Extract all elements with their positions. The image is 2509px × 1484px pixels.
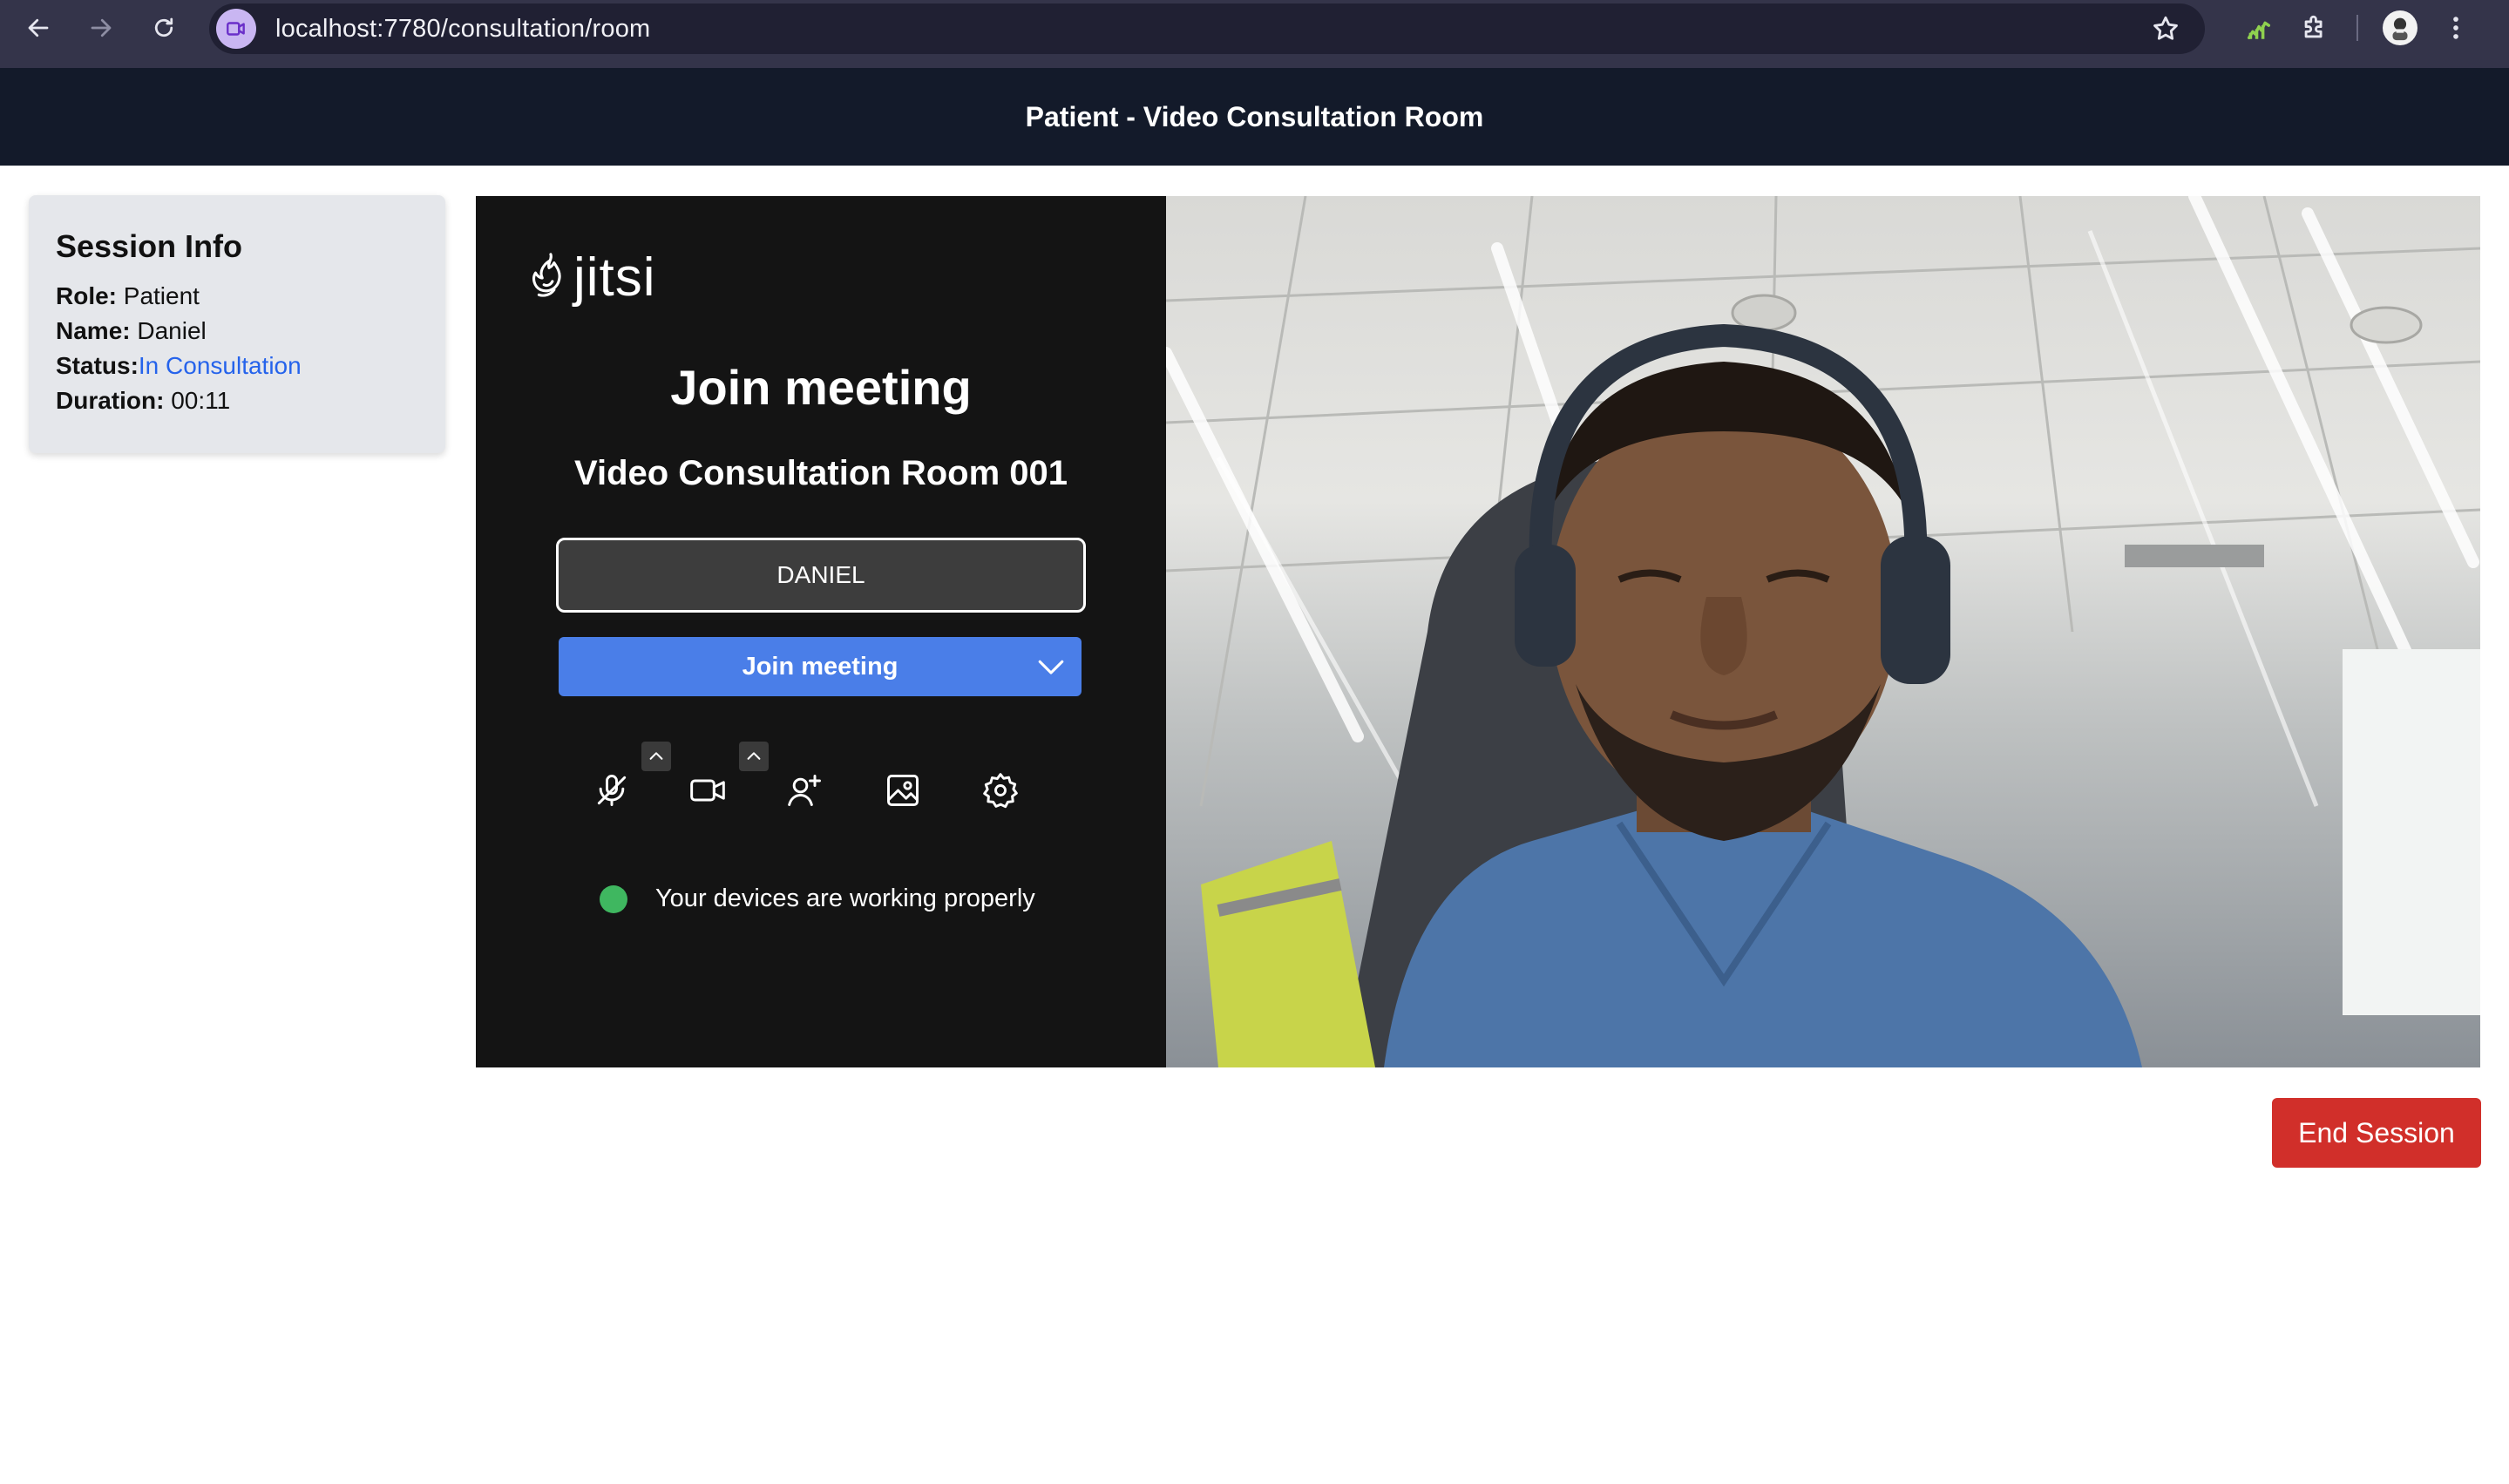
- settings-button[interactable]: [974, 764, 1027, 817]
- virtual-background-button[interactable]: [877, 764, 929, 817]
- invite-people-button[interactable]: [779, 764, 831, 817]
- session-info-title: Session Info: [56, 228, 243, 264]
- back-button[interactable]: [10, 0, 66, 56]
- device-status: Your devices are working properly: [600, 884, 1035, 913]
- role-value: Patient: [123, 282, 200, 309]
- name-row: Name: Daniel: [56, 314, 418, 349]
- camera-toggle-button[interactable]: [681, 764, 734, 817]
- prejoin-panel: jitsi Join meeting Video Consultation Ro…: [476, 196, 1166, 1067]
- camera-feed-image: [1166, 196, 2480, 1067]
- chevron-down-icon[interactable]: [1036, 654, 1066, 680]
- background-image-icon: [887, 775, 919, 806]
- status-value: In Consultation: [138, 352, 302, 379]
- puzzle-extensions-icon[interactable]: [2287, 0, 2343, 56]
- duration-value: 00:11: [171, 387, 231, 414]
- video-call-embed: jitsi Join meeting Video Consultation Ro…: [476, 196, 2480, 1067]
- profile-button[interactable]: [2372, 0, 2428, 56]
- profile-avatar-icon: [2383, 10, 2417, 45]
- jitsi-flame-icon: [532, 252, 561, 297]
- camera-preview: [1166, 196, 2480, 1067]
- arrow-right-icon: [91, 18, 112, 37]
- join-meeting-label: Join meeting: [742, 652, 898, 681]
- device-status-text: Your devices are working properly: [655, 884, 1035, 912]
- audio-options-button[interactable]: [641, 742, 671, 771]
- prejoin-toolbar: [476, 728, 1166, 815]
- page-title: Patient - Video Consultation Room: [1025, 100, 1484, 132]
- prejoin-heading: Join meeting: [670, 360, 972, 415]
- jitsi-logo: jitsi: [528, 247, 656, 308]
- kebab-menu-icon: [2453, 17, 2458, 39]
- status-label: Status:: [56, 352, 139, 379]
- app-header: Patient - Video Consultation Room: [0, 68, 2509, 166]
- browser-toolbar: localhost:7780/consultation/room: [0, 0, 2509, 68]
- microphone-muted-icon: [597, 775, 627, 806]
- name-label: Name:: [56, 317, 131, 344]
- chevron-up-icon: [747, 752, 761, 760]
- end-session-button[interactable]: End Session: [2272, 1098, 2481, 1168]
- name-value: Daniel: [137, 317, 207, 344]
- microphone-toggle-button[interactable]: [1074, 764, 1126, 817]
- device-ok-indicator: [600, 884, 627, 913]
- signal-extension-icon[interactable]: [2231, 0, 2287, 56]
- invite-person-icon: [788, 775, 821, 806]
- mute-microphone-button[interactable]: [586, 764, 638, 817]
- chevron-up-icon: [649, 752, 663, 760]
- video-options-button[interactable]: [739, 742, 769, 771]
- session-info-card: Session Info Role: Patient Name: Daniel …: [29, 195, 445, 453]
- join-meeting-button[interactable]: Join meeting: [559, 637, 1082, 696]
- reload-icon: [154, 17, 173, 37]
- address-bar[interactable]: localhost:7780/consultation/room: [209, 3, 2205, 54]
- role-row: Role: Patient: [56, 279, 418, 314]
- duration-label: Duration:: [56, 387, 165, 414]
- display-name-input[interactable]: [556, 538, 1086, 613]
- toolbar-divider: [2356, 15, 2358, 41]
- jitsi-wordmark: jitsi: [573, 247, 656, 308]
- forward-button[interactable]: [73, 0, 129, 56]
- room-name: Video Consultation Room 001: [574, 454, 1068, 492]
- reload-button[interactable]: [136, 0, 192, 56]
- arrow-left-icon: [28, 18, 49, 37]
- browser-extension-area: [2231, 0, 2484, 56]
- duration-row: Duration: 00:11: [56, 383, 418, 418]
- role-label: Role:: [56, 282, 117, 309]
- url-text[interactable]: localhost:7780/consultation/room: [275, 15, 650, 44]
- bookmark-star-icon[interactable]: [2151, 14, 2180, 44]
- status-row: Status:In Consultation: [56, 349, 418, 383]
- site-video-icon: [216, 9, 256, 49]
- browser-menu-button[interactable]: [2428, 0, 2484, 56]
- settings-icon: [983, 773, 1018, 809]
- camera-icon: [690, 779, 725, 802]
